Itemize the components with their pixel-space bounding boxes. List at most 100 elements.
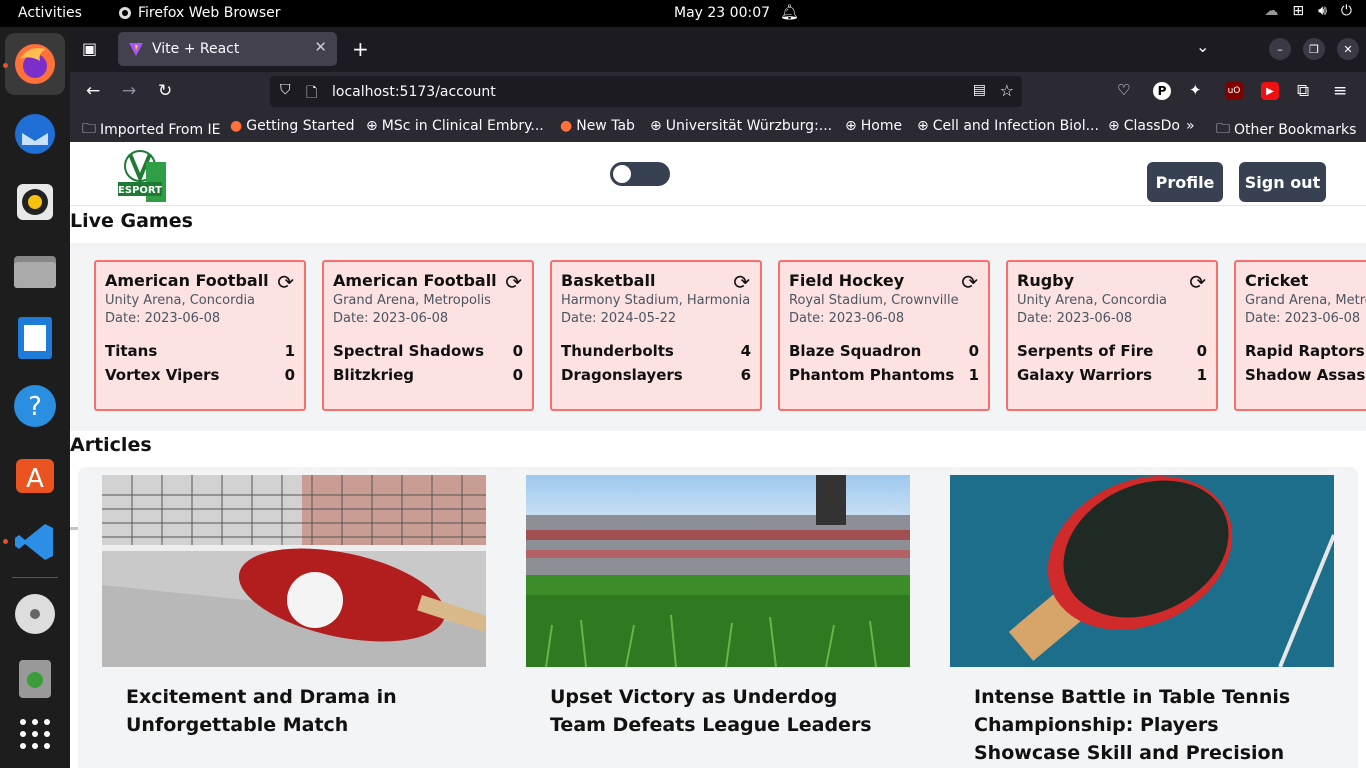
bookmark-cell-infection[interactable]: ⊕ Cell and Infection Biol... [917,118,1099,134]
dock-rhythmbox[interactable] [10,177,60,227]
game-card[interactable]: Cricket⟳Grand Arena, MetropolisDate: 202… [1234,260,1366,411]
reload-icon[interactable]: ↻ [158,81,172,101]
bookmark-classdo[interactable]: ⊕ ClassDo [1108,118,1180,134]
dock-app-grid[interactable] [10,709,60,759]
articles-container: Excitement and Drama in Unforgettable Ma… [78,467,1358,768]
game-card[interactable]: Rugby ⟳ Unity Arena, Concordia Date: 2023-0… [1006,260,1218,411]
article-card[interactable]: Upset Victory as Underdog Team Defeats L… [526,475,910,768]
article-title[interactable]: Excitement and Drama in Unforgettable Ma… [102,667,486,739]
team-name: Phantom Phantoms [789,366,955,384]
game-venue: Royal Stadium, Crownville [789,293,959,308]
close-window-button[interactable]: ✕ [1337,38,1359,60]
live-games-scroller[interactable]: American Football ⟳ Unity Arena, Concordia… [70,243,1366,530]
game-sport: American Football [333,271,497,290]
refresh-icon[interactable]: ⟳ [733,270,750,294]
ublock-icon[interactable]: uO [1225,82,1243,100]
dock-trash[interactable] [10,653,60,703]
bookmark-getting-started[interactable]: ● Getting Started [230,118,354,134]
dock-files[interactable] [10,245,60,295]
bookmark-imported-from-ie[interactable]: 🗀 Imported From IE [82,118,221,142]
team-row: Spectral Shadows 0 [333,342,523,360]
article-image-table-tennis[interactable] [102,475,486,667]
new-tab-button[interactable]: + [352,37,369,61]
team-row: Blaze Squadron 0 [789,342,979,360]
shield-icon[interactable]: ⛉ [280,82,291,98]
dock-firefox[interactable] [5,33,65,95]
youtube-extension-icon[interactable]: ▶ [1261,82,1279,100]
system-tray[interactable]: ☁︎ ⊞ 🔊︎ ⏻ [1264,3,1352,19]
game-sport: Basketball [561,271,656,290]
dock-separator [12,577,58,578]
clock[interactable]: May 23 00:07 [674,5,770,21]
back-icon[interactable]: ← [86,81,100,101]
extension-p-icon[interactable]: P [1153,82,1171,100]
team-row: Rapid Raptors [1245,342,1366,360]
extension-game-icon[interactable]: ✦ [1189,81,1202,99]
globe-icon: ⊕ [917,118,929,134]
dock-disc[interactable] [10,589,60,639]
page-info-icon[interactable]: 🗋︎ [306,82,317,106]
dock-help[interactable]: ? [10,381,60,431]
bookmarks-overflow-chevron-icon[interactable]: » [1186,118,1195,134]
url-bar[interactable]: ⛉ 🗋︎ localhost:5173/account ▤ ☆ [270,76,1022,107]
reader-view-icon[interactable]: ▤ [973,82,986,98]
refresh-icon[interactable]: ⟳ [961,270,978,294]
article-image-stadium[interactable] [526,475,910,667]
dock-software[interactable]: A [10,449,60,499]
dock-vscode[interactable] [10,517,60,567]
bookmark-star-icon[interactable]: ☆ [1000,81,1014,100]
team-row: Galaxy Warriors 1 [1017,366,1207,384]
app-menu[interactable]: Firefox Web Browser [118,5,281,21]
article-card[interactable]: Excitement and Drama in Unforgettable Ma… [102,475,486,768]
refresh-icon[interactable]: ⟳ [505,270,522,294]
browser-nav-bar: ← → ↻ ⛉ 🗋︎ localhost:5173/account ▤ ☆ ♡ … [70,72,1366,112]
team-row: Blitzkrieg 0 [333,366,523,384]
team-name: Thunderbolts [561,342,674,360]
bookmark-new-tab[interactable]: ● New Tab [560,118,635,134]
game-sport: Field Hockey [789,271,905,290]
activities-button[interactable]: Activities [18,5,82,21]
theme-toggle[interactable] [610,162,670,186]
tab-list-chevron-icon[interactable]: ⌄ [1196,37,1209,56]
team-name: Dragonslayers [561,366,683,384]
bookmark-uni-wuerzburg[interactable]: ⊕ Universität Würzburg:... [650,118,832,134]
game-card[interactable]: American Football ⟳ Grand Arena, Metropoli… [322,260,534,411]
dock-running-indicator [3,63,8,68]
extensions-puzzle-icon[interactable]: ⧉ [1297,81,1309,101]
live-games-title: Live Games [70,210,193,232]
url-text[interactable]: localhost:5173/account [332,84,496,100]
esport-logo[interactable]: ESPORT [116,148,166,202]
globe-icon: ⊕ [650,118,662,134]
svg-text:A: A [26,464,44,494]
firefox-view-icon[interactable]: ▣ [82,39,97,58]
pocket-icon[interactable]: ♡ [1117,81,1130,99]
refresh-icon[interactable]: ⟳ [1189,270,1206,294]
article-title[interactable]: Upset Victory as Underdog Team Defeats L… [526,667,910,739]
cloud-icon: ☁︎ [1264,3,1279,19]
article-image-ping-pong-paddle[interactable] [950,475,1334,667]
tab-close-icon[interactable]: ✕ [314,38,327,56]
bookmark-home[interactable]: ⊕ Home [845,118,902,134]
dock-writer[interactable] [10,313,60,363]
dock-thunderbird[interactable] [10,109,60,159]
game-card[interactable]: Field Hockey ⟳ Royal Stadium, Crownville Da… [778,260,990,411]
game-venue: Unity Arena, Concordia [105,293,256,308]
minimize-button[interactable]: – [1269,38,1291,60]
game-card[interactable]: American Football ⟳ Unity Arena, Concordia… [94,260,306,411]
team-name: Spectral Shadows [333,342,485,360]
team-row: Shadow Assassins [1245,366,1366,384]
bookmark-other-bookmarks[interactable]: 🗀 Other Bookmarks [1216,118,1356,142]
hamburger-menu-icon[interactable]: ≡ [1333,81,1347,101]
maximize-button[interactable]: ❐ [1303,38,1325,60]
refresh-icon[interactable]: ⟳ [277,270,294,294]
writer-icon [18,317,52,359]
article-card[interactable]: Intense Battle in Table Tennis Champions… [950,475,1334,768]
forward-icon[interactable]: → [122,81,136,101]
sign-out-button[interactable]: Sign out [1239,162,1326,202]
svg-text:ESPORT: ESPORT [118,185,162,196]
game-card[interactable]: Basketball ⟳ Harmony Stadium, Harmonia Date… [550,260,762,411]
article-title[interactable]: Intense Battle in Table Tennis Champions… [950,667,1334,767]
tab-vite-react[interactable]: Vite + React ✕ [118,32,337,66]
profile-button[interactable]: Profile [1147,162,1223,202]
bookmark-msc-clinical[interactable]: ⊕ MSc in Clinical Embry... [366,118,544,134]
